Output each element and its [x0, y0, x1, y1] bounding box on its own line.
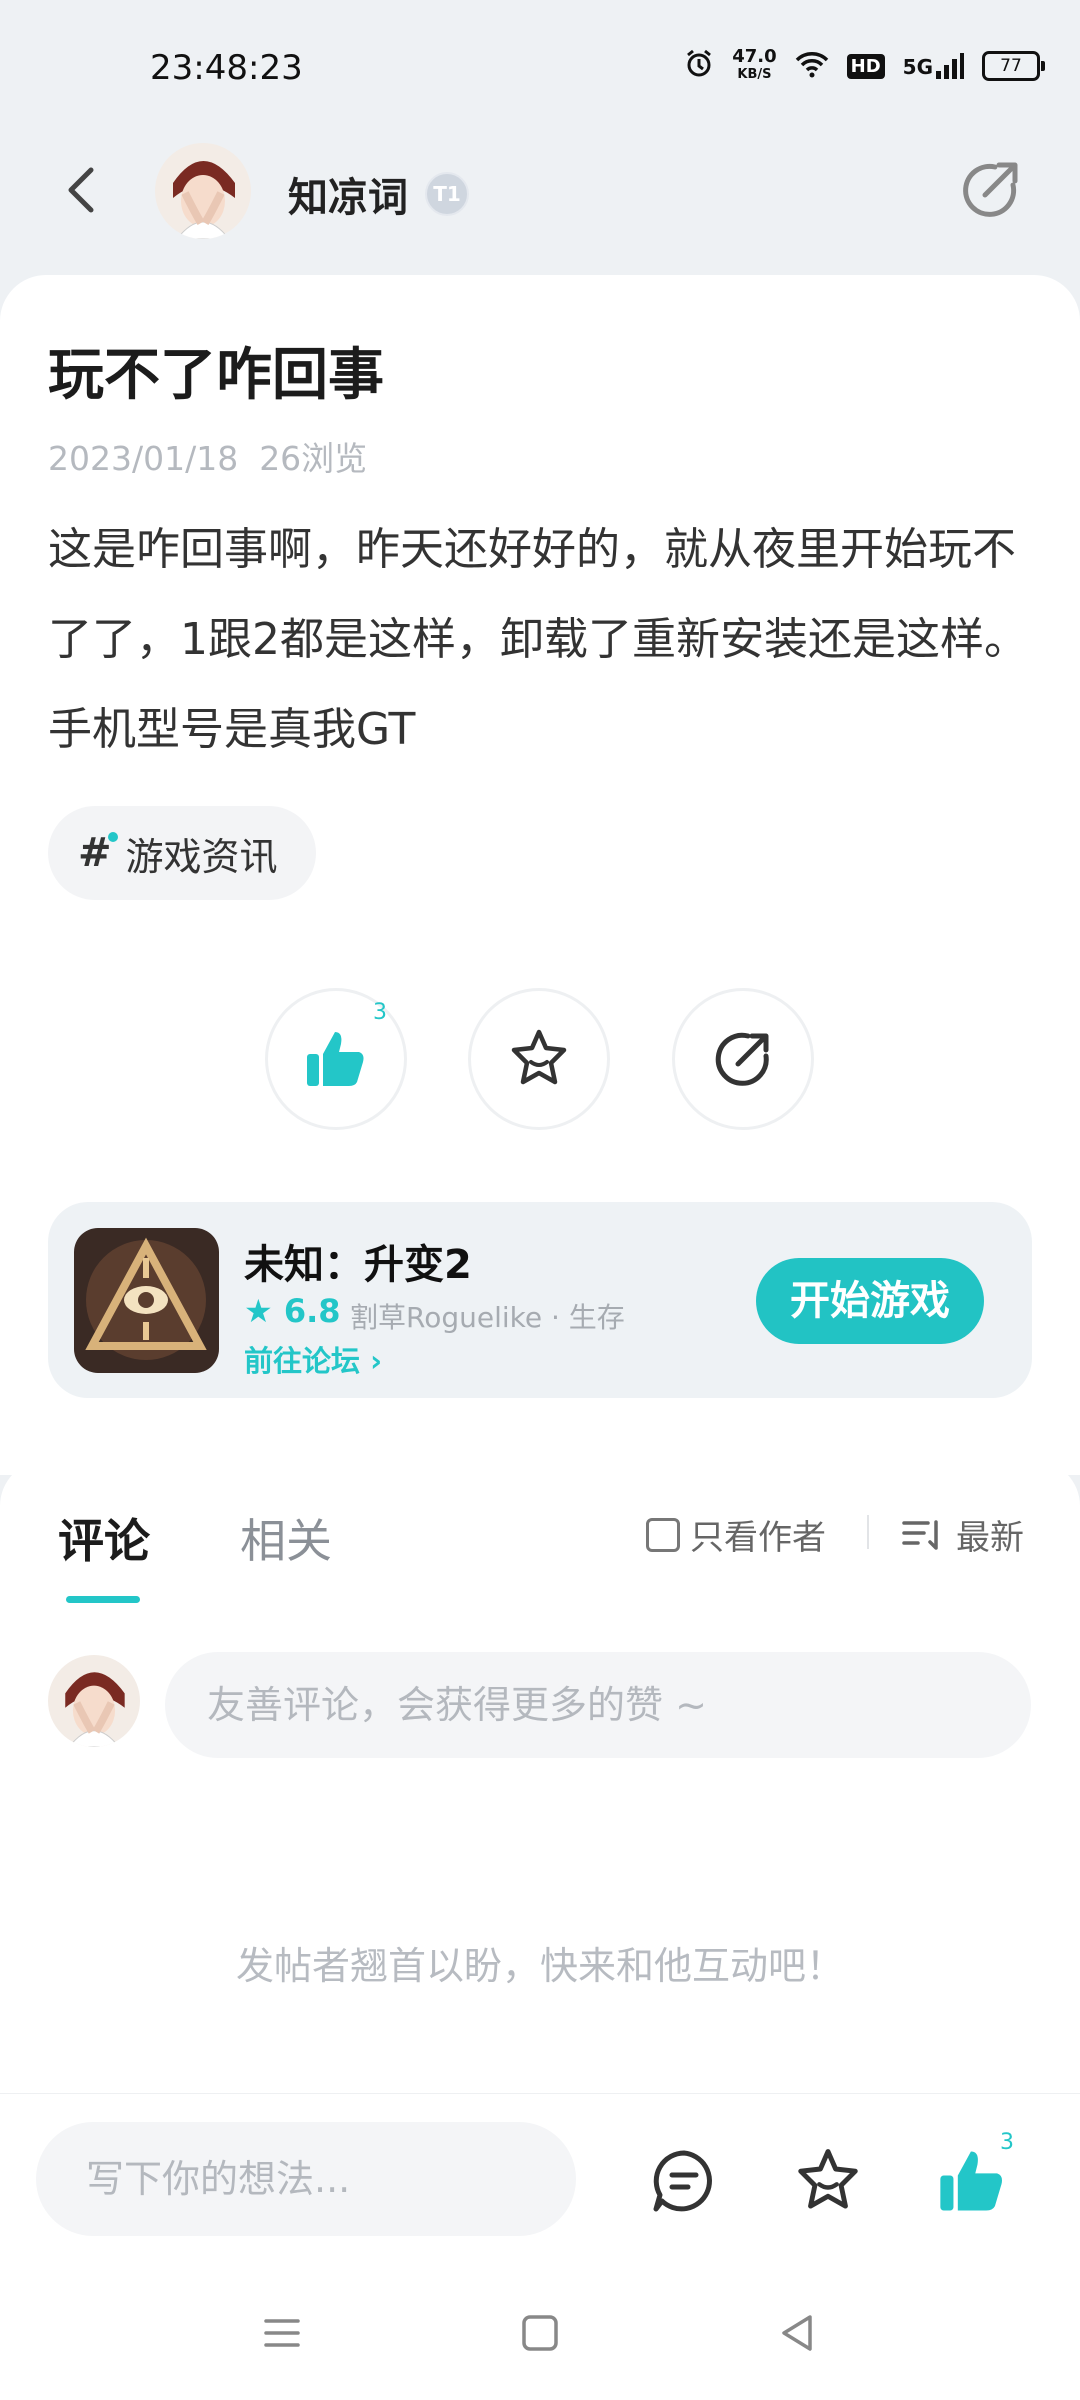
checkbox-icon[interactable]	[646, 1517, 680, 1552]
hd-icon: HD	[846, 53, 885, 79]
net-speed-value: 47.0	[732, 46, 777, 67]
forum-link[interactable]: 前往论坛 ›	[244, 1338, 382, 1380]
net-speed-unit: KB/S	[737, 67, 772, 82]
hashtag-icon: #	[78, 830, 117, 876]
status-icons: 47.0 KB/S HD 5G 77	[684, 48, 1045, 84]
comment-bubble-icon	[653, 2150, 712, 2212]
signal-icon: 5G	[903, 53, 964, 79]
wifi-icon	[795, 50, 829, 82]
share-action-button[interactable]	[672, 988, 814, 1130]
post-meta: 2023/01/18 26浏览	[48, 432, 367, 480]
post-views: 26浏览	[259, 439, 368, 478]
star-filled-icon: ★	[244, 1292, 273, 1330]
sort-button[interactable]: 最新	[902, 1510, 1024, 1559]
divider	[867, 1515, 869, 1549]
sort-label: 最新	[956, 1518, 1024, 1558]
game-score-value: 6.8	[283, 1292, 341, 1330]
game-name: 未知：升变2	[244, 1242, 472, 1288]
share-icon	[715, 1032, 769, 1086]
thumbs-up-icon	[940, 2151, 1002, 2211]
home-square-icon	[522, 2315, 558, 2351]
star-icon	[798, 2149, 858, 2209]
chevron-right-icon: ›	[370, 1344, 383, 1378]
net-speed: 47.0 KB/S	[732, 48, 776, 84]
post-body: 这是咋回事啊，昨天还好好的，就从夜里开始玩不了了，1跟2都是这样，卸载了重新安装…	[48, 524, 1028, 755]
back-arrow-icon	[68, 167, 94, 213]
signal-label: 5G	[902, 55, 933, 79]
write-thought-input[interactable]: 写下你的想法...	[36, 2122, 576, 2236]
like-count: 3	[373, 1000, 387, 1025]
play-game-button[interactable]: 开始游戏	[756, 1258, 984, 1344]
topic-tag[interactable]: # 游戏资讯	[48, 806, 316, 900]
topic-tag-label: 游戏资讯	[125, 834, 278, 879]
like-bottom-button[interactable]	[936, 2145, 1008, 2217]
favorite-bottom-button[interactable]	[792, 2145, 864, 2217]
back-button[interactable]	[56, 155, 106, 225]
my-avatar	[48, 1655, 140, 1747]
active-tab-indicator	[66, 1596, 140, 1603]
favorite-button[interactable]	[468, 988, 610, 1130]
nav-menu-button[interactable]	[252, 2303, 312, 2363]
menu-icon	[264, 2319, 300, 2347]
tab-comments[interactable]: 评论	[58, 1505, 150, 1571]
only-author-label: 只看作者	[690, 1518, 826, 1558]
back-triangle-icon	[782, 2315, 812, 2351]
comment-button[interactable]	[648, 2145, 720, 2217]
tab-related[interactable]: 相关	[240, 1505, 332, 1571]
star-icon	[511, 1029, 567, 1085]
status-time: 23:48:23	[150, 48, 303, 88]
nav-home-button[interactable]	[510, 2303, 570, 2363]
share-button[interactable]	[955, 155, 1025, 225]
game-icon[interactable]	[74, 1228, 219, 1373]
alarm-icon	[684, 49, 714, 83]
share-icon	[963, 162, 1018, 217]
nav-back-button[interactable]	[768, 2303, 828, 2363]
empty-comments-text: 发帖者翘首以盼，快来和他互动吧！	[235, 1944, 844, 1988]
game-genre: 割草Roguelike · 生存	[350, 1301, 625, 1334]
author-badge: T1	[425, 172, 469, 216]
only-author-filter[interactable]: 只看作者	[646, 1510, 826, 1559]
author-avatar[interactable]	[155, 143, 251, 239]
post-title: 玩不了咋回事	[48, 343, 384, 408]
bottom-like-count: 3	[1000, 2130, 1014, 2155]
author-name[interactable]: 知凉词	[288, 165, 408, 223]
sort-icon	[902, 1519, 938, 1550]
forum-link-label: 前往论坛	[244, 1344, 361, 1378]
battery-icon: 77	[982, 51, 1045, 81]
comment-input[interactable]: 友善评论，会获得更多的赞 ~	[165, 1652, 1031, 1758]
thumbs-up-icon	[307, 1032, 364, 1086]
game-score: ★ 6.8	[244, 1292, 341, 1330]
post-date: 2023/01/18	[48, 439, 239, 478]
